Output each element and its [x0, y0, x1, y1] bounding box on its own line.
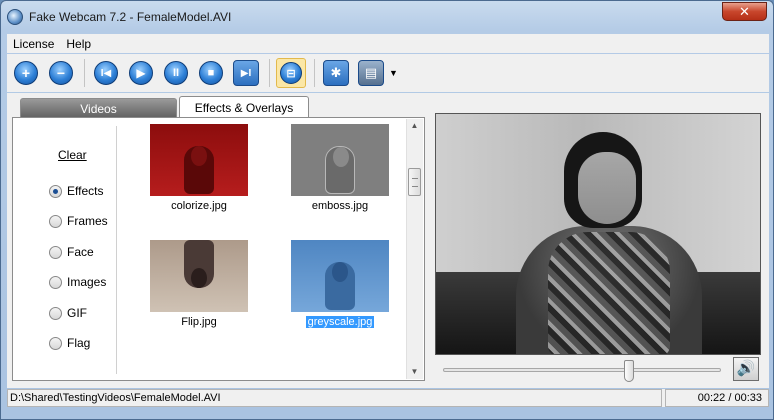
- next-icon: ▶I: [233, 60, 259, 86]
- main-content: Videos Effects & Overlays Clear Effects …: [7, 93, 769, 388]
- radio-gif[interactable]: GIF: [49, 306, 87, 320]
- thumbnail-flip[interactable]: Flip.jpg: [149, 240, 249, 328]
- settings-button[interactable]: ✱: [321, 58, 351, 88]
- window-title: Fake Webcam 7.2 - FemaleModel.AVI: [29, 9, 232, 24]
- figure-silhouette: [325, 146, 355, 194]
- thumbnail-caption: greyscale.jpg: [305, 316, 375, 328]
- toolbar-separator: [314, 59, 315, 87]
- radio-label: Images: [67, 275, 107, 289]
- figure-silhouette: [184, 146, 214, 194]
- fit-button[interactable]: ⊟: [276, 58, 306, 88]
- scroll-down-icon[interactable]: ▼: [407, 365, 422, 379]
- video-person-face: [578, 152, 636, 224]
- next-button[interactable]: ▶I: [231, 58, 261, 88]
- menu-help[interactable]: Help: [60, 37, 97, 51]
- thumbnail-image: [150, 240, 248, 312]
- thumbnail-caption: Flip.jpg: [181, 316, 217, 328]
- stop-button[interactable]: ■: [196, 58, 226, 88]
- status-bar: D:\Shared\TestingVideos\FemaleModel.AVI …: [7, 389, 769, 407]
- radio-label: Effects: [67, 184, 104, 198]
- menu-license[interactable]: License: [7, 37, 60, 51]
- radio-icon: [49, 275, 62, 289]
- settings-icon: ✱: [323, 60, 349, 86]
- tab-bar: Videos Effects & Overlays: [20, 96, 311, 118]
- figure-silhouette: [184, 240, 214, 288]
- thumbnail-emboss[interactable]: emboss.jpg: [290, 124, 390, 212]
- thumbnail-caption: colorize.jpg: [171, 200, 227, 212]
- app-icon: [7, 8, 23, 25]
- radio-label: GIF: [67, 306, 87, 320]
- radio-label: Face: [67, 245, 94, 259]
- effect-thumbnails: colorize.jpg emboss.jpg Flip.jpg greysca…: [133, 124, 399, 374]
- radio-label: Flag: [67, 336, 91, 350]
- figure-head: [332, 262, 348, 282]
- play-button[interactable]: ▶: [126, 58, 156, 88]
- app-window: Fake Webcam 7.2 - FemaleModel.AVI ✕ Lice…: [0, 0, 774, 420]
- menu-bar: License Help: [7, 34, 769, 53]
- title-bar: Fake Webcam 7.2 - FemaleModel.AVI ✕: [1, 1, 773, 32]
- radio-face[interactable]: Face: [49, 245, 94, 259]
- seek-handle[interactable]: [624, 360, 634, 382]
- close-button[interactable]: ✕: [722, 2, 767, 21]
- radio-icon: [49, 306, 62, 320]
- film-icon: ▤: [358, 60, 384, 86]
- scroll-up-icon[interactable]: ▲: [407, 119, 422, 133]
- previous-button[interactable]: I◀: [91, 58, 121, 88]
- radio-icon: [49, 336, 62, 350]
- figure-head: [191, 268, 207, 288]
- previous-icon: I◀: [94, 61, 118, 85]
- radio-frames[interactable]: Frames: [49, 214, 108, 228]
- seek-bar-row: 🔊: [435, 357, 761, 383]
- toolbar: + − I◀ ▶ II ■ ▶I ⊟ ✱ ▤ ▼: [7, 54, 769, 92]
- remove-button[interactable]: −: [46, 58, 76, 88]
- thumbnail-greyscale[interactable]: greyscale.jpg: [290, 240, 390, 328]
- pause-icon: II: [164, 61, 188, 85]
- fit-icon: ⊟: [280, 62, 302, 84]
- thumbnails-scrollbar[interactable]: ▲ ▼: [406, 119, 423, 379]
- volume-button[interactable]: 🔊: [733, 357, 759, 381]
- figure-silhouette: [325, 262, 355, 310]
- radio-icon: [49, 214, 62, 228]
- remove-icon: −: [49, 61, 73, 85]
- radio-icon: [49, 184, 62, 198]
- thumbnail-caption: emboss.jpg: [311, 200, 369, 212]
- radio-effects[interactable]: Effects: [49, 184, 103, 198]
- add-button[interactable]: +: [11, 58, 41, 88]
- radio-icon: [49, 245, 62, 259]
- add-icon: +: [14, 61, 38, 85]
- tab-videos[interactable]: Videos: [20, 98, 177, 118]
- seek-slider[interactable]: [443, 360, 721, 382]
- effects-panel: Clear Effects Frames Face Images GIF Fla…: [12, 117, 425, 381]
- figure-head: [333, 147, 349, 167]
- scroll-thumb[interactable]: [408, 168, 421, 196]
- radio-images[interactable]: Images: [49, 275, 106, 289]
- radio-label: Frames: [67, 214, 108, 228]
- thumbnail-image: [291, 124, 389, 196]
- video-preview: [435, 113, 761, 355]
- thumbnail-image: [291, 240, 389, 312]
- figure-head: [191, 146, 207, 166]
- toolbar-separator: [84, 59, 85, 87]
- thumbnail-image: [150, 124, 248, 196]
- toolbar-separator: [269, 59, 270, 87]
- status-file-path: D:\Shared\TestingVideos\FemaleModel.AVI: [7, 389, 662, 407]
- stop-icon: ■: [199, 61, 223, 85]
- play-icon: ▶: [129, 61, 153, 85]
- tab-effects-overlays[interactable]: Effects & Overlays: [179, 96, 309, 118]
- video-person-scarf: [548, 232, 670, 354]
- radio-flag[interactable]: Flag: [49, 336, 90, 350]
- status-time: 00:22 / 00:33: [665, 389, 769, 407]
- pause-button[interactable]: II: [161, 58, 191, 88]
- clear-link[interactable]: Clear: [58, 148, 87, 162]
- chevron-down-icon[interactable]: ▼: [389, 68, 398, 78]
- thumbnail-colorize[interactable]: colorize.jpg: [149, 124, 249, 212]
- category-list: Clear Effects Frames Face Images GIF Fla…: [21, 126, 117, 374]
- film-button[interactable]: ▤: [356, 58, 386, 88]
